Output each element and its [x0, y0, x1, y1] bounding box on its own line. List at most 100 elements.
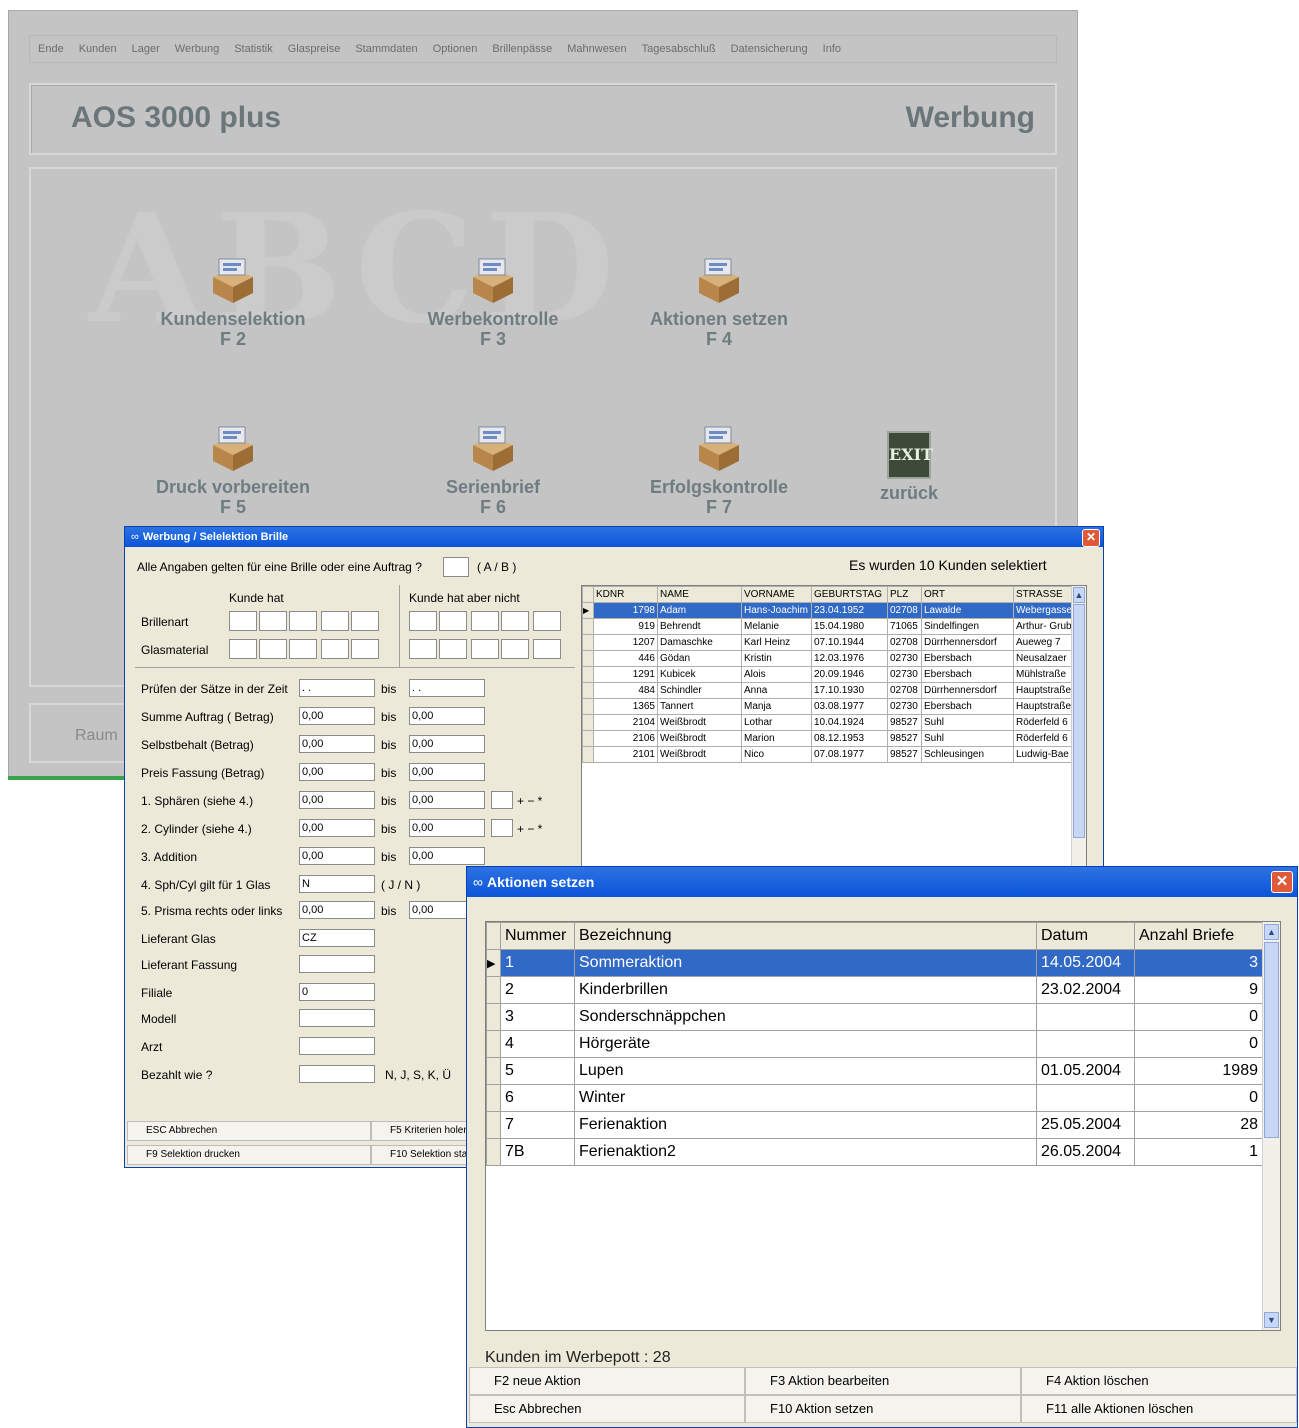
tile-druck-vorbereiten[interactable]: Druck vorbereiten F 5	[143, 423, 323, 517]
f2-new-action-button[interactable]: F2 neue Aktion	[469, 1367, 745, 1395]
column-header[interactable]: PLZ	[887, 586, 922, 603]
table-row[interactable]: 3 Sonderschnäppchen 0	[486, 1003, 1263, 1031]
criteria-from-input[interactable]: . .	[299, 679, 375, 697]
esc-cancel-button[interactable]: Esc Abbrechen	[469, 1395, 745, 1423]
table-row[interactable]: ▶ 1798 Adam Hans-Joachim 23.04.1952 02708 Lawa…	[582, 602, 1075, 619]
f5-load-criteria-button[interactable]: F5 Kriterien holen	[371, 1121, 471, 1141]
criteria-to-input[interactable]: 0,00	[409, 735, 485, 753]
glasmaterial-box[interactable]	[259, 639, 287, 659]
column-header[interactable]: Datum	[1036, 922, 1135, 950]
column-header[interactable]: KDNR	[593, 586, 658, 603]
column-header[interactable]: Nummer	[500, 922, 575, 950]
menu-stammdaten[interactable]: Stammdaten	[355, 43, 417, 55]
criteria-to-input[interactable]: 0,00	[409, 847, 485, 865]
criteria-from-input[interactable]: CZ	[299, 929, 375, 947]
menu-brillenpaesse[interactable]: Brillenpässe	[492, 43, 552, 55]
tile-kundenselektion[interactable]: Kundenselektion F 2	[153, 255, 313, 349]
table-row[interactable]: 2101 Weißbrodt Nico 07.08.1977 98527 Schleusi…	[582, 746, 1075, 763]
tile-zurueck[interactable]: EXIT zurück	[859, 431, 959, 503]
esc-cancel-button[interactable]: ESC Abbrechen	[127, 1121, 371, 1141]
criteria-to-input[interactable]: 0,00	[409, 707, 485, 725]
tile-werbekontrolle[interactable]: Werbekontrolle F 3	[413, 255, 573, 349]
menu-kunden[interactable]: Kunden	[79, 43, 117, 55]
table-row[interactable]: 446 Gödan Kristin 12.03.1976 02730 Ebersbach N…	[582, 650, 1075, 667]
table-row[interactable]: 7B Ferienaktion2 26.05.2004 1	[486, 1138, 1263, 1166]
criteria-from-input[interactable]	[299, 1009, 375, 1027]
table-row[interactable]: 2106 Weißbrodt Marion 08.12.1953 98527 Suhl Rö…	[582, 730, 1075, 747]
tile-aktionen-setzen[interactable]: Aktionen setzen F 4	[639, 255, 799, 349]
glasmaterial-not-box[interactable]	[471, 639, 499, 659]
f11-delete-all-actions-button[interactable]: F11 alle Aktionen löschen	[1021, 1395, 1297, 1423]
criteria-from-input[interactable]: 0,00	[299, 707, 375, 725]
column-header[interactable]: ORT	[921, 586, 1014, 603]
customer-grid[interactable]: KDNR NAME VORNAME GEBURTSTAG PLZ ORT STRASSE ▶ 1…	[581, 585, 1087, 869]
table-row[interactable]: 1365 Tannert Manja 03.08.1977 02730 Ebersbach…	[582, 698, 1075, 715]
actions-grid[interactable]: Nummer Bezeichnung Datum Anzahl Briefe ▶ 1 Som…	[485, 921, 1281, 1331]
glasmaterial-box[interactable]	[289, 639, 317, 659]
menu-mahnwesen[interactable]: Mahnwesen	[567, 43, 626, 55]
brillenart-not-box[interactable]	[471, 611, 499, 631]
brillenart-box[interactable]	[259, 611, 287, 631]
f4-delete-action-button[interactable]: F4 Aktion löschen	[1021, 1367, 1297, 1395]
f10-start-selection-button[interactable]: F10 Selektion starten	[371, 1145, 471, 1165]
selektion-title-bar[interactable]: ∞ Werbung / Selelektion Brille ✕	[125, 527, 1103, 547]
criteria-from-input[interactable]: 0,00	[299, 791, 375, 809]
menu-lager[interactable]: Lager	[132, 43, 160, 55]
scroll-down-icon[interactable]: ▼	[1264, 1312, 1279, 1328]
brillenart-not-box[interactable]	[501, 611, 529, 631]
table-row[interactable]: 5 Lupen 01.05.2004 1989	[486, 1057, 1263, 1085]
glasmaterial-box[interactable]	[229, 639, 257, 659]
brillenart-not-box[interactable]	[409, 611, 437, 631]
close-icon[interactable]: ✕	[1082, 529, 1100, 547]
criteria-from-input[interactable]: 0,00	[299, 735, 375, 753]
menu-ende[interactable]: Ende	[38, 43, 64, 55]
menu-datensicherung[interactable]: Datensicherung	[731, 43, 808, 55]
f9-print-selection-button[interactable]: F9 Selektion drucken	[127, 1145, 371, 1165]
scroll-up-icon[interactable]: ▲	[1264, 924, 1279, 940]
tile-serienbrief[interactable]: Serienbrief F 6	[413, 423, 573, 517]
criteria-from-input[interactable]: 0,00	[299, 763, 375, 781]
criteria-to-input[interactable]: . .	[409, 679, 485, 697]
criteria-from-input[interactable]	[299, 1065, 375, 1083]
table-row[interactable]: 484 Schindler Anna 17.10.1930 02708 Dürrhenne…	[582, 682, 1075, 699]
glasmaterial-not-box[interactable]	[501, 639, 529, 659]
scroll-thumb[interactable]	[1264, 942, 1279, 1138]
menu-tagesabschluss[interactable]: Tagesabschluß	[642, 43, 716, 55]
column-header[interactable]: VORNAME	[741, 586, 812, 603]
brillenart-not-box[interactable]	[533, 611, 561, 631]
grid-scrollbar[interactable]: ▲ ▼	[1262, 922, 1280, 1330]
sign-input[interactable]	[491, 791, 513, 809]
scroll-up-icon[interactable]: ▲	[1073, 587, 1085, 603]
criteria-from-input[interactable]: 0,00	[299, 819, 375, 837]
table-row[interactable]: 919 Behrendt Melanie 15.04.1980 71065 Sindelf…	[582, 618, 1075, 635]
menu-info[interactable]: Info	[823, 43, 841, 55]
table-row[interactable]: 6 Winter 0	[486, 1084, 1263, 1112]
brillenart-not-box[interactable]	[439, 611, 467, 631]
table-row[interactable]: 1207 Damaschke Karl Heinz 07.10.1944 02708 Dü…	[582, 634, 1075, 651]
aktionen-title-bar[interactable]: ∞ Aktionen setzen ✕	[467, 867, 1297, 897]
table-row[interactable]: 7 Ferienaktion 25.05.2004 28	[486, 1111, 1263, 1139]
table-row[interactable]: ▶ 1 Sommeraktion 14.05.2004 3	[486, 949, 1263, 977]
scroll-thumb[interactable]	[1073, 604, 1085, 838]
grid-scrollbar[interactable]: ▲	[1071, 586, 1086, 868]
table-row[interactable]: 4 Hörgeräte 0	[486, 1030, 1263, 1058]
glasmaterial-not-box[interactable]	[409, 639, 437, 659]
tile-erfolgskontrolle[interactable]: Erfolgskontrolle F 7	[639, 423, 799, 517]
column-header[interactable]: GEBURTSTAG	[811, 586, 888, 603]
criteria-from-input[interactable]: 0	[299, 983, 375, 1001]
column-header[interactable]: STRASSE	[1013, 586, 1075, 603]
close-icon[interactable]: ✕	[1271, 871, 1293, 893]
sign-input[interactable]	[491, 819, 513, 837]
criteria-from-input[interactable]: 0,00	[299, 847, 375, 865]
table-row[interactable]: 1291 Kubicek Alois 20.09.1946 02730 Ebersbach…	[582, 666, 1075, 683]
table-row[interactable]: 2104 Weißbrodt Lothar 10.04.1924 98527 Suhl Rö…	[582, 714, 1075, 731]
menu-optionen[interactable]: Optionen	[433, 43, 478, 55]
glasmaterial-box[interactable]	[321, 639, 349, 659]
menu-statistik[interactable]: Statistik	[234, 43, 273, 55]
glasmaterial-not-box[interactable]	[439, 639, 467, 659]
column-header[interactable]: NAME	[657, 586, 742, 603]
scope-input[interactable]	[443, 557, 469, 577]
brillenart-box[interactable]	[289, 611, 317, 631]
column-header[interactable]: Bezeichnung	[574, 922, 1037, 950]
glasmaterial-box[interactable]	[351, 639, 379, 659]
